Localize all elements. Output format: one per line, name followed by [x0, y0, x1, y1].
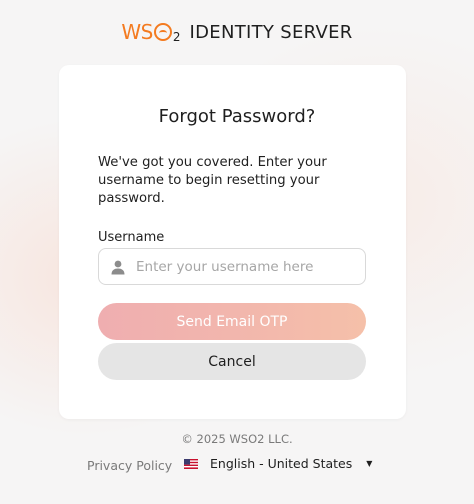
username-label: Username: [98, 230, 165, 245]
page-header: WS 2 IDENTITY SERVER: [0, 20, 474, 44]
username-field[interactable]: [98, 248, 366, 285]
wso2-logo: WS 2: [121, 20, 180, 44]
copyright-text: © 2025 WSO2 LLC.: [181, 432, 293, 446]
page-title: Forgot Password?: [158, 106, 316, 127]
cancel-button[interactable]: Cancel: [98, 343, 366, 380]
language-label: English - United States: [210, 456, 353, 471]
product-name: IDENTITY SERVER: [189, 21, 353, 43]
logo-subscript: 2: [172, 30, 181, 44]
logo-o-icon: [153, 23, 172, 41]
logo-mark: WS: [121, 20, 172, 44]
chevron-down-icon: ▼: [366, 459, 373, 468]
privacy-policy-link[interactable]: Privacy Policy: [87, 458, 172, 473]
send-email-otp-button[interactable]: Send Email OTP: [98, 303, 366, 340]
description-text: We've got you covered. Enter your userna…: [98, 155, 327, 206]
user-icon: [111, 260, 125, 274]
username-input[interactable]: [136, 258, 346, 275]
language-selector[interactable]: English - United States ▼: [184, 456, 372, 471]
us-flag-icon: [184, 458, 198, 469]
